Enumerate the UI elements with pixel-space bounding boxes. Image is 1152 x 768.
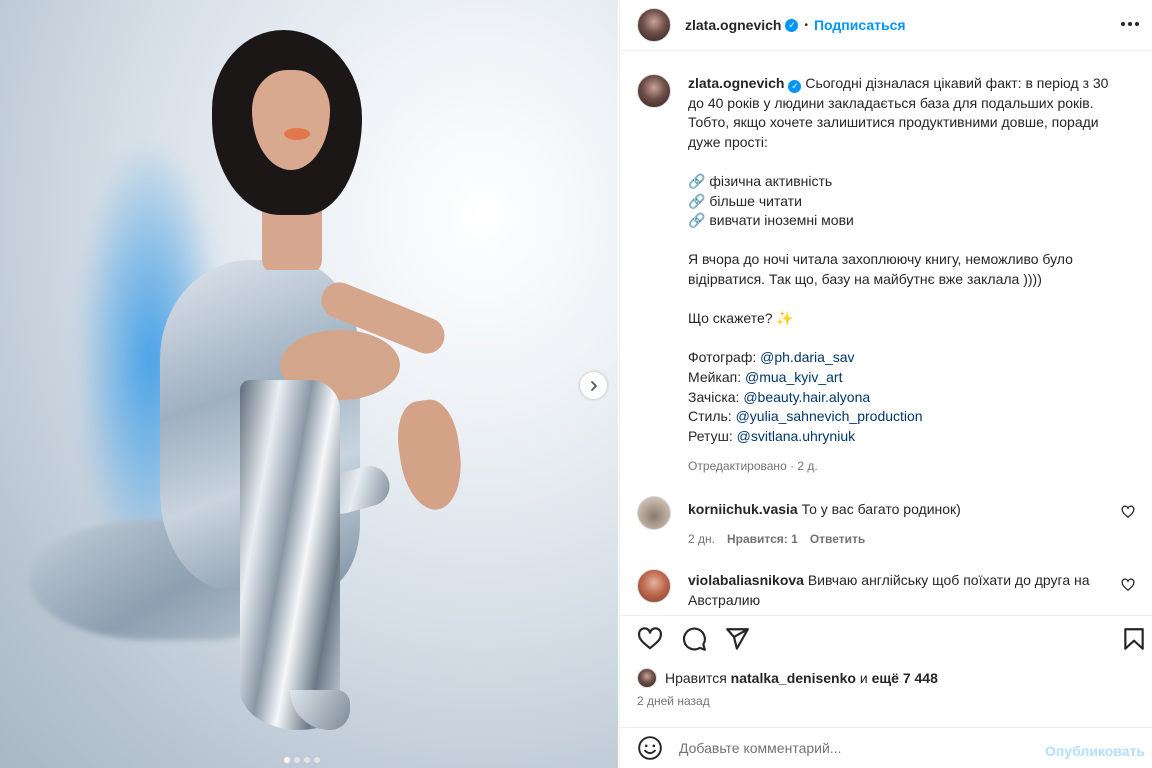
- mention-link[interactable]: @ph.daria_sav: [760, 349, 854, 365]
- comment-item: violabaliasnikova Вивчаю англійську щоб …: [637, 569, 1137, 610]
- carousel-dot: [314, 757, 320, 763]
- post-photo[interactable]: [0, 0, 618, 768]
- bookmark-icon[interactable]: [1121, 626, 1147, 652]
- verified-badge-icon: ✓: [785, 18, 799, 32]
- likes-count-link[interactable]: ещё 7 448: [872, 670, 938, 686]
- link-icon: 🔗: [688, 212, 706, 229]
- credit-line: Стиль: @yulia_sahnevich_production: [688, 408, 923, 425]
- share-icon[interactable]: [724, 626, 750, 652]
- post-time[interactable]: 2 дней назад: [637, 694, 710, 708]
- add-comment-bar: Опубликовать: [620, 727, 1152, 768]
- more-dot: [1135, 22, 1139, 26]
- post-header: zlata.ognevich ✓ • Подписаться: [620, 0, 1152, 51]
- liker-username[interactable]: natalka_denisenko: [731, 670, 856, 686]
- author-avatar[interactable]: [637, 8, 671, 42]
- caption-body: zlata.ognevich ✓ Сьогодні дізналася цікав…: [688, 74, 1128, 477]
- photo-hand: [392, 396, 468, 514]
- tip-item: 🔗 більше читати: [688, 192, 802, 209]
- caption-avatar[interactable]: [637, 74, 671, 108]
- post-caption: zlata.ognevich ✓ Сьогодні дізналася цікав…: [637, 74, 1137, 477]
- tip-item: 🔗 фізична активність: [688, 172, 833, 189]
- heart-icon[interactable]: [1121, 505, 1135, 519]
- mention-link[interactable]: @mua_kyiv_art: [745, 369, 842, 385]
- commenter-username[interactable]: korniichuk.vasia: [688, 501, 798, 517]
- more-dot: [1128, 22, 1132, 26]
- caption-meta: Отредактировано · 2 д.: [688, 459, 818, 474]
- comment-icon[interactable]: [681, 626, 707, 652]
- credit-line: Мейкап: @mua_kyiv_art: [688, 368, 843, 385]
- comment-input[interactable]: [679, 740, 1034, 756]
- author-username[interactable]: zlata.ognevich: [685, 17, 781, 33]
- liker-avatar[interactable]: [637, 668, 657, 688]
- comment-likes-link[interactable]: Нравится: 1: [727, 532, 798, 546]
- more-options-button[interactable]: [1120, 14, 1140, 34]
- reply-button[interactable]: Ответить: [810, 532, 865, 546]
- mention-link[interactable]: @beauty.hair.alyona: [743, 389, 870, 405]
- carousel-dot: [294, 757, 300, 763]
- photo-lips: [284, 128, 310, 140]
- post-actions-bar: [620, 615, 1152, 661]
- likes-summary: Нравится natalka_denisenko и ещё 7 448: [637, 668, 938, 688]
- like-heart-icon[interactable]: [637, 626, 663, 652]
- commenter-username[interactable]: violabaliasnikova: [688, 572, 804, 588]
- comment-text: То у вас багато родинок): [801, 501, 961, 517]
- mention-link[interactable]: @svitlana.uhryniuk: [737, 428, 856, 444]
- emoji-icon[interactable]: [637, 735, 663, 761]
- photo-boot: [240, 380, 340, 730]
- comment-item: korniichuk.vasia То у вас багато родинок…: [637, 496, 1137, 546]
- link-icon: 🔗: [688, 172, 706, 189]
- caption-question: Що скажете? ✨: [688, 310, 794, 327]
- follow-button[interactable]: Подписаться: [814, 17, 906, 33]
- more-dot: [1121, 22, 1125, 26]
- chevron-right-icon: [590, 380, 597, 391]
- credit-line: Ретуш: @svitlana.uhryniuk: [688, 427, 856, 444]
- commenter-avatar[interactable]: [637, 496, 671, 530]
- header-separator: •: [804, 19, 808, 31]
- caption-username[interactable]: zlata.ognevich: [688, 75, 784, 91]
- commenter-avatar[interactable]: [637, 569, 671, 603]
- credit-line: Зачіска: @beauty.hair.alyona: [688, 388, 871, 405]
- likes-prefix: Нравится: [665, 670, 727, 686]
- carousel-dot: [284, 757, 290, 763]
- heart-icon[interactable]: [1121, 578, 1135, 592]
- credit-line: Фотограф: @ph.daria_sav: [688, 349, 855, 366]
- carousel-next-button[interactable]: [580, 372, 607, 399]
- publish-button[interactable]: Опубликовать: [1045, 743, 1145, 759]
- carousel-dot: [304, 757, 310, 763]
- verified-badge-icon: ✓: [788, 80, 802, 94]
- comments-section[interactable]: zlata.ognevich ✓ Сьогодні дізналася цікав…: [620, 52, 1152, 615]
- mention-link[interactable]: @yulia_sahnevich_production: [736, 408, 923, 424]
- caption-story: Я вчора до ночі читала захоплюючу книгу,…: [688, 251, 1073, 287]
- carousel-indicator: [284, 757, 320, 763]
- link-icon: 🔗: [688, 192, 706, 209]
- comment-meta: 2 дн. Нравится: 1 Ответить: [688, 532, 1118, 546]
- comment-time: 2 дн.: [688, 531, 715, 546]
- tip-item: 🔗 вивчати іноземні мови: [688, 212, 854, 229]
- post-side-panel: zlata.ognevich ✓ • Подписаться zlata.ogn…: [619, 0, 1152, 768]
